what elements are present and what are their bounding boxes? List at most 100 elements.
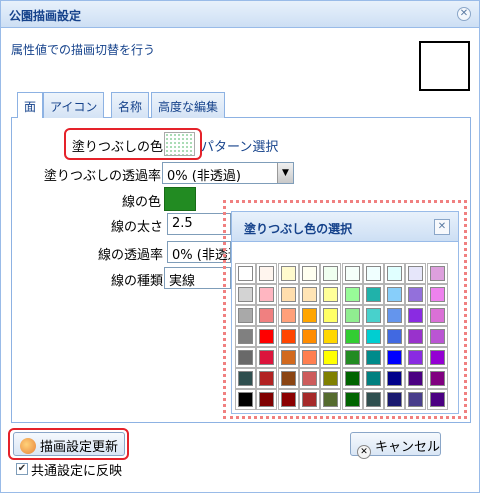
color-swatch[interactable] — [256, 284, 278, 305]
color-swatch[interactable] — [384, 305, 406, 326]
color-swatch-fill — [259, 287, 275, 302]
color-swatch[interactable] — [362, 284, 384, 305]
fill-color-swatch[interactable] — [164, 132, 195, 156]
tab-face[interactable]: 面 — [17, 92, 44, 119]
color-swatch[interactable] — [235, 284, 256, 305]
color-swatch[interactable] — [320, 347, 342, 368]
color-swatch[interactable] — [426, 368, 448, 389]
color-swatch[interactable] — [277, 284, 299, 305]
color-swatch[interactable] — [405, 305, 427, 326]
color-swatch[interactable] — [256, 347, 278, 368]
color-swatch[interactable] — [320, 389, 342, 410]
color-swatch[interactable] — [320, 326, 342, 347]
color-swatch[interactable] — [256, 305, 278, 326]
color-swatch[interactable] — [384, 284, 406, 305]
line-width-label: 線の太さ — [110, 220, 163, 235]
color-swatch[interactable] — [277, 305, 299, 326]
cancel-button[interactable]: ✕ キャンセル — [350, 432, 441, 459]
color-swatch[interactable] — [298, 347, 320, 368]
color-swatch[interactable] — [256, 368, 278, 389]
color-swatch[interactable] — [235, 263, 256, 284]
close-icon[interactable]: ✕ — [457, 7, 471, 21]
color-swatch[interactable] — [298, 368, 320, 389]
color-swatch[interactable] — [298, 305, 320, 326]
color-swatch-fill — [344, 392, 360, 407]
color-swatch[interactable] — [405, 326, 427, 347]
update-style-button[interactable]: 描画設定更新 — [13, 432, 126, 456]
color-swatch[interactable] — [384, 368, 406, 389]
chevron-down-icon[interactable]: ▼ — [277, 163, 293, 183]
color-swatch-fill — [323, 371, 339, 386]
color-swatch[interactable] — [405, 263, 427, 284]
color-swatch[interactable] — [298, 326, 320, 347]
color-swatch[interactable] — [235, 368, 256, 389]
color-swatch[interactable] — [341, 284, 363, 305]
color-swatch[interactable] — [426, 347, 448, 368]
color-swatch[interactable] — [277, 347, 299, 368]
color-swatch[interactable] — [256, 389, 278, 410]
tab-advanced[interactable]: 高度な編集 — [151, 92, 226, 118]
color-swatch[interactable] — [320, 368, 342, 389]
color-swatch[interactable] — [298, 263, 320, 284]
common-setting-checkbox[interactable]: ✔ — [16, 463, 28, 475]
color-swatch[interactable] — [277, 389, 299, 410]
color-swatch[interactable] — [277, 326, 299, 347]
color-swatch[interactable] — [384, 389, 406, 410]
color-picker-title-bar: 塗りつぶし色の選択 ✕ — [232, 212, 458, 242]
color-swatch[interactable] — [405, 284, 427, 305]
fill-opacity-select[interactable]: 0% (非透過) ▼ — [162, 162, 294, 184]
color-swatch[interactable] — [405, 389, 427, 410]
color-swatch[interactable] — [362, 305, 384, 326]
color-swatch[interactable] — [235, 326, 256, 347]
line-type-select[interactable]: 実線 — [164, 267, 231, 289]
color-swatch[interactable] — [277, 263, 299, 284]
color-swatch-fill — [259, 392, 275, 407]
color-swatch[interactable] — [426, 305, 448, 326]
color-swatch[interactable] — [298, 284, 320, 305]
paint-icon — [20, 438, 36, 454]
color-swatch[interactable] — [384, 347, 406, 368]
color-swatch[interactable] — [320, 263, 342, 284]
color-swatch[interactable] — [341, 326, 363, 347]
color-swatch[interactable] — [426, 263, 448, 284]
color-swatch[interactable] — [235, 389, 256, 410]
color-swatch[interactable] — [256, 326, 278, 347]
color-swatch[interactable] — [362, 347, 384, 368]
close-icon[interactable]: ✕ — [434, 219, 450, 235]
color-swatch[interactable] — [341, 305, 363, 326]
color-swatch[interactable] — [320, 305, 342, 326]
color-swatch-fill — [408, 266, 424, 281]
color-swatch[interactable] — [277, 368, 299, 389]
color-swatch-fill — [238, 350, 253, 365]
color-swatch[interactable] — [405, 368, 427, 389]
tab-bar: 面 アイコン 名称 高度な編集 — [11, 92, 471, 119]
color-swatch[interactable] — [362, 326, 384, 347]
color-swatch-fill — [301, 287, 317, 302]
color-swatch[interactable] — [362, 389, 384, 410]
color-swatch[interactable] — [341, 389, 363, 410]
color-swatch[interactable] — [362, 263, 384, 284]
line-width-input[interactable]: 2.5 — [167, 213, 231, 235]
line-color-swatch[interactable] — [164, 187, 196, 211]
color-swatch[interactable] — [341, 368, 363, 389]
line-opacity-select[interactable]: 0% (非透過) — [167, 241, 231, 263]
color-swatch-fill — [387, 266, 403, 281]
color-swatch[interactable] — [341, 263, 363, 284]
color-swatch[interactable] — [235, 347, 256, 368]
color-swatch[interactable] — [362, 368, 384, 389]
color-swatch[interactable] — [298, 389, 320, 410]
color-swatch[interactable] — [405, 347, 427, 368]
pattern-select-link[interactable]: パターン選択 — [201, 136, 278, 155]
color-swatch[interactable] — [384, 326, 406, 347]
color-swatch[interactable] — [341, 347, 363, 368]
color-swatch[interactable] — [426, 284, 448, 305]
tab-icon[interactable]: アイコン — [43, 92, 105, 118]
tab-name[interactable]: 名称 — [111, 92, 150, 118]
color-swatch[interactable] — [256, 263, 278, 284]
color-swatch[interactable] — [384, 263, 406, 284]
color-swatch-fill — [365, 371, 381, 386]
color-swatch[interactable] — [235, 305, 256, 326]
color-swatch[interactable] — [426, 389, 448, 410]
color-swatch[interactable] — [320, 284, 342, 305]
color-swatch[interactable] — [426, 326, 448, 347]
